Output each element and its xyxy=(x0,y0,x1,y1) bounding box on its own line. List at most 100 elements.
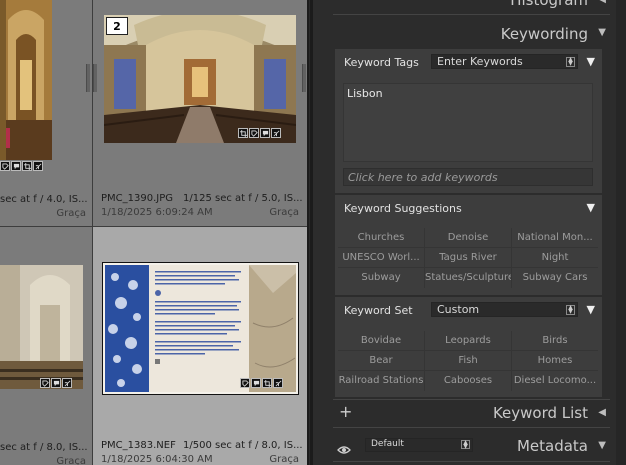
keyword-set-item[interactable]: Leopards xyxy=(425,331,511,351)
author: Graça xyxy=(56,208,86,219)
keyword-set-item[interactable]: Diesel Locomo... xyxy=(512,371,598,391)
comment-icon[interactable] xyxy=(251,378,261,388)
crop-icon[interactable] xyxy=(22,161,32,171)
keyword-set-select[interactable]: Custom ▲ ▼ xyxy=(431,302,578,317)
keyword-set-item[interactable]: Fish xyxy=(425,351,511,371)
keyword-tags-header: Keyword Tags Enter Keywords ▲ ▼ ▼ xyxy=(335,51,602,73)
stepper-icon: ▲ ▼ xyxy=(566,57,575,67)
collapse-down-icon[interactable]: ▼ xyxy=(587,55,595,68)
keyword-set-item[interactable]: Birds xyxy=(512,331,598,351)
suggestion-keyword[interactable]: Night xyxy=(512,248,598,268)
author: Graça xyxy=(269,207,299,218)
suggestions-grid: Churches Denoise National Mon... UNESCO … xyxy=(335,228,602,290)
comment-icon[interactable] xyxy=(11,161,21,171)
keyword-set-item[interactable]: Homes xyxy=(512,351,598,371)
library-grid: sec at f / 4.0, IS... Graça 2 PMC_1390.J… xyxy=(0,0,307,465)
exif-info: sec at f / 4.0, IS... xyxy=(0,194,88,205)
keywords-value: Lisbon xyxy=(347,87,383,100)
photo-thumbnail[interactable] xyxy=(103,10,297,143)
suggestion-keyword[interactable]: Subway xyxy=(338,268,424,288)
keyword-set-item[interactable]: Cabooses xyxy=(425,371,511,391)
grid-handle[interactable] xyxy=(302,64,306,92)
photo-thumbnail[interactable] xyxy=(0,0,52,160)
grid-cell-selected[interactable]: PMC_1383.NEF 1/500 sec at f / 8.0, IS...… xyxy=(93,227,307,465)
collapse-down-icon[interactable]: ▼ xyxy=(598,27,606,38)
tag-icon[interactable] xyxy=(249,128,259,138)
suggestion-keyword[interactable]: Statues/Sculptures xyxy=(425,268,511,288)
develop-icon[interactable] xyxy=(273,378,283,388)
collapse-down-icon[interactable]: ▼ xyxy=(587,303,595,316)
comment-icon[interactable] xyxy=(51,378,61,388)
grid-cell[interactable]: 2 PMC_1390.JPG 1/125 sec at f / 5.0, IS.… xyxy=(93,0,307,226)
keyword-mode-select[interactable]: Enter Keywords ▲ ▼ xyxy=(431,54,578,69)
keywords-textarea[interactable]: Lisbon xyxy=(343,83,593,162)
right-panel: Histogram ◀ Keywording ▼ Keyword Tags En… xyxy=(313,0,626,465)
divider xyxy=(333,461,610,462)
histogram-header[interactable]: Histogram ◀ xyxy=(333,0,610,14)
photo-thumbnail[interactable] xyxy=(0,265,83,389)
histogram-title: Histogram xyxy=(510,0,588,9)
grid-line xyxy=(338,370,598,371)
keyword-set-item[interactable]: Railroad Stations xyxy=(338,371,424,391)
plus-icon[interactable]: + xyxy=(339,402,352,421)
develop-icon[interactable] xyxy=(271,128,281,138)
tag-icon[interactable] xyxy=(240,378,250,388)
column-divider xyxy=(92,0,93,465)
photo-index: 2 xyxy=(106,17,128,35)
divider xyxy=(333,427,610,428)
tag-icon[interactable] xyxy=(0,161,10,171)
thumbnail-badges xyxy=(238,128,281,138)
eye-icon[interactable] xyxy=(337,440,351,459)
keyword-set-grid: Bovidae Leopards Birds Bear Fish Homes R… xyxy=(335,331,602,393)
grid-line xyxy=(338,350,598,351)
keyword-set-item[interactable]: Bovidae xyxy=(338,331,424,351)
develop-icon[interactable] xyxy=(33,161,43,171)
keywording-header[interactable]: Keywording ▼ xyxy=(333,22,610,46)
keywording-title: Keywording xyxy=(500,25,588,43)
crop-icon[interactable] xyxy=(262,378,272,388)
metadata-preset-select[interactable]: Default ▲ ▼ xyxy=(365,438,473,452)
photo-thumbnail[interactable] xyxy=(102,262,299,395)
suggestion-keyword[interactable]: National Mon... xyxy=(512,228,598,248)
exif-info: 1/500 sec at f / 8.0, IS... xyxy=(183,440,303,451)
stepper-icon: ▲ ▼ xyxy=(461,440,470,450)
keyword-suggestions-header: Keyword Suggestions ▼ xyxy=(335,197,602,219)
tag-icon[interactable] xyxy=(40,378,50,388)
suggestion-keyword[interactable]: Subway Cars xyxy=(512,268,598,288)
filename: PMC_1383.NEF xyxy=(101,440,176,451)
grid-handle[interactable] xyxy=(93,64,97,92)
keyword-set-item[interactable]: Bear xyxy=(338,351,424,371)
collapse-down-icon[interactable]: ▼ xyxy=(587,201,595,214)
divider xyxy=(333,14,610,15)
suggestion-keyword[interactable]: UNESCO Worl... xyxy=(338,248,424,268)
develop-icon[interactable] xyxy=(62,378,72,388)
exif-info: 1/125 sec at f / 5.0, IS... xyxy=(183,193,303,204)
keywording-panel: Keyword Tags Enter Keywords ▲ ▼ ▼ Lisbon … xyxy=(335,49,602,397)
grid-cell[interactable]: sec at f / 8.0, IS... Graça xyxy=(0,227,92,465)
keyword-list-header[interactable]: + Keyword List ◀ xyxy=(333,401,610,425)
collapse-left-icon[interactable]: ◀ xyxy=(598,0,606,5)
grid-line xyxy=(424,228,425,288)
collapse-left-icon[interactable]: ◀ xyxy=(598,407,606,418)
panel-scrollbar[interactable] xyxy=(616,0,626,465)
keyword-list-title: Keyword List xyxy=(492,404,588,422)
thumbnail-badges xyxy=(0,161,43,171)
metadata-title: Metadata xyxy=(516,437,588,455)
grid-cell[interactable]: sec at f / 4.0, IS... Graça xyxy=(0,0,92,226)
collapse-down-icon[interactable]: ▼ xyxy=(598,440,606,451)
crop-icon[interactable] xyxy=(238,128,248,138)
grid-line xyxy=(338,267,598,268)
capture-date: 1/18/2025 6:09:24 AM xyxy=(101,207,213,218)
comment-icon[interactable] xyxy=(260,128,270,138)
divider xyxy=(335,295,602,297)
grid-handle[interactable] xyxy=(86,64,90,92)
suggestion-keyword[interactable]: Denoise xyxy=(425,228,511,248)
thumbnail-badges xyxy=(40,378,72,388)
suggestion-keyword[interactable]: Churches xyxy=(338,228,424,248)
metadata-header[interactable]: Default ▲ ▼ Metadata ▼ xyxy=(333,434,610,458)
suggestion-keyword[interactable]: Tagus River xyxy=(425,248,511,268)
keyword-set-header: Keyword Set Custom ▲ ▼ ▼ xyxy=(335,299,602,321)
capture-date: 1/18/2025 6:04:30 AM xyxy=(101,454,213,465)
add-keywords-input[interactable]: Click here to add keywords xyxy=(343,168,593,186)
exif-info: sec at f / 8.0, IS... xyxy=(0,442,88,453)
